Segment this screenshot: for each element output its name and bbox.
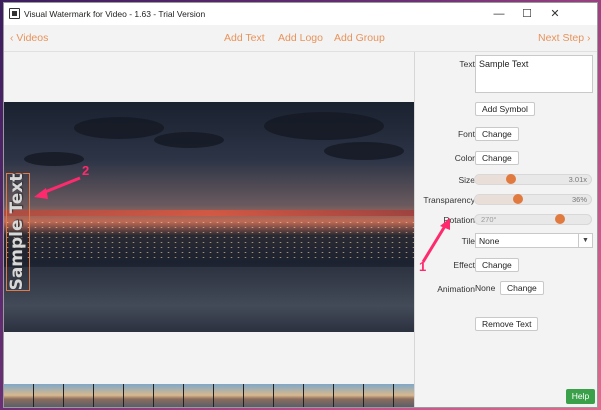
preview-area: Sample Text 2 <box>4 52 414 384</box>
animation-change-button[interactable]: Change <box>500 281 544 295</box>
add-text-link[interactable]: Add Text <box>224 32 265 44</box>
back-videos-link[interactable]: ‹ Videos <box>10 32 48 44</box>
annotation-number-2: 2 <box>82 163 90 178</box>
app-icon <box>9 8 20 19</box>
filmstrip[interactable] <box>4 384 414 407</box>
annotation-arrow-1 <box>421 225 447 263</box>
animation-label: Animation <box>437 284 475 294</box>
toolbar: ‹ Videos Add Text Add Logo Add Group Nex… <box>4 25 597 52</box>
chevron-right-icon: › <box>584 32 591 44</box>
minimize-button[interactable]: — <box>485 3 513 25</box>
transparency-label: Transparency <box>423 195 475 205</box>
size-slider[interactable]: 3.01x <box>474 174 592 185</box>
size-slider-knob[interactable] <box>506 174 516 184</box>
font-label: Font <box>457 129 475 139</box>
annotation-overlay <box>34 176 81 199</box>
close-button[interactable]: ✕ <box>541 3 569 25</box>
color-change-button[interactable]: Change <box>475 151 519 165</box>
font-change-button[interactable]: Change <box>475 127 519 141</box>
animation-value: None <box>475 283 496 293</box>
annotation-number-1: 1 <box>419 259 427 274</box>
add-symbol-button[interactable]: Add Symbol <box>475 102 535 116</box>
rotation-value: 270° <box>481 215 497 224</box>
tile-value: None <box>479 236 500 246</box>
next-step-link[interactable]: Next Step › <box>538 32 591 44</box>
app-window: Visual Watermark for Video - 1.63 - Tria… <box>3 2 598 408</box>
remove-text-button[interactable]: Remove Text <box>475 317 539 331</box>
transparency-slider-knob[interactable] <box>513 194 523 204</box>
back-videos-label: Videos <box>16 32 49 44</box>
size-value: 3.01x <box>568 175 587 184</box>
transparency-slider-fill <box>475 195 518 204</box>
transparency-value: 36% <box>571 195 587 204</box>
color-label: Color <box>454 153 475 163</box>
rotation-slider-knob[interactable] <box>555 214 565 224</box>
text-input[interactable]: Sample Text <box>475 55 593 93</box>
effect-change-button[interactable]: Change <box>475 258 519 272</box>
text-label: Text <box>459 59 475 69</box>
add-logo-link[interactable]: Add Logo <box>278 32 323 44</box>
size-label: Size <box>458 175 475 185</box>
properties-panel: Text Sample Text Add Symbol Font Change … <box>414 52 597 407</box>
transparency-slider[interactable]: 36% <box>474 194 592 205</box>
chevron-down-icon: ▼ <box>578 234 592 247</box>
maximize-button[interactable]: ☐ <box>513 3 541 25</box>
next-step-label: Next Step <box>538 32 585 44</box>
window-title: Visual Watermark for Video - 1.63 - Tria… <box>24 9 206 19</box>
tile-select[interactable]: None ▼ <box>475 233 593 248</box>
annotation-arrowhead-2 <box>34 188 48 199</box>
add-group-link[interactable]: Add Group <box>334 32 385 44</box>
rotation-slider[interactable]: 270° <box>474 214 592 225</box>
help-button[interactable]: Help <box>566 389 595 404</box>
title-bar: Visual Watermark for Video - 1.63 - Tria… <box>4 3 597 25</box>
